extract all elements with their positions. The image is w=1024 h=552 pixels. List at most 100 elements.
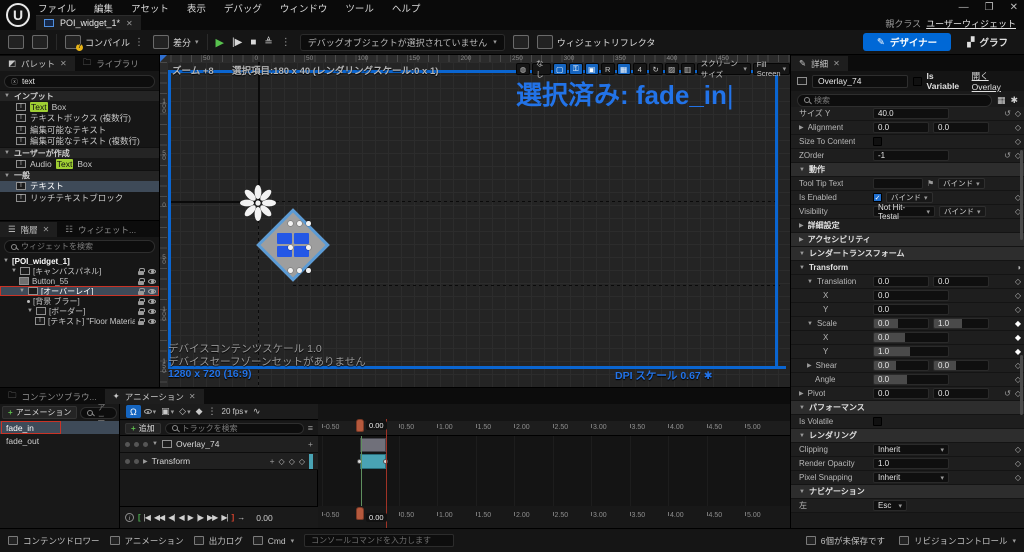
triangle-right-icon[interactable]: ▶ [799,124,804,131]
selection-handle[interactable] [297,268,302,273]
menu-item-4[interactable]: デバッグ [224,1,262,15]
preview-mode-icon[interactable]: ◍ [516,63,530,75]
playhead-marker-top[interactable] [356,419,364,432]
details-category-23[interactable]: ▼レンダリング [791,429,1024,443]
details-category-21[interactable]: ▼パフォーマンス [791,401,1024,415]
track-row-overlay[interactable]: ▼ Overlay_74 + [120,436,318,453]
tab-close-icon[interactable]: ✕ [126,19,133,28]
graph-tab-button[interactable]: ▞グラフ [959,35,1016,49]
add-track-button[interactable]: +追加 [125,423,161,434]
triangle-down-icon[interactable]: ▼ [799,251,805,257]
grid-size-button[interactable]: 4 [633,63,647,75]
lock-icon[interactable] [138,281,144,285]
to-front-button[interactable]: |◀ [144,513,150,522]
unsaved-status[interactable]: 6個が未保存です [806,535,885,547]
collapsed-arrow-icon[interactable]: ▶ [143,458,148,465]
keyframe-options-icon[interactable]: ◇▾ [179,406,190,417]
hierarchy-row-5[interactable]: ▼[ボーダー] [0,306,159,316]
step-back-button[interactable]: ◀| [168,513,174,522]
value-input[interactable]: 0.0 [873,388,929,399]
play-options-icon[interactable]: ⋮ [281,37,292,48]
designer-tab-button[interactable]: ✎デザイナー [863,33,951,51]
next-key-icon[interactable]: ◇ [299,457,305,466]
triangle-right-icon[interactable]: ▶ [799,390,804,397]
output-log-button[interactable]: 出力ログ [194,535,243,547]
hierarchy-row-0[interactable]: ▼[POI_widget_1] [0,256,159,266]
play-reverse-button[interactable]: ◀ [178,513,183,522]
value-input[interactable]: 1.0 [873,458,949,469]
checkbox[interactable] [873,137,882,146]
details-category-27[interactable]: ▼ナビゲーション [791,485,1024,499]
add-section-icon[interactable]: + [308,439,313,449]
reset-to-default-icon[interactable]: ↺ [1004,151,1011,160]
asset-tab[interactable]: POI_widget_1* ✕ [36,15,141,30]
dropdown[interactable]: Inherit▾ [873,444,949,455]
details-scrollbar-thumb[interactable] [1020,355,1023,415]
menu-item-7[interactable]: ヘルプ [392,1,421,15]
details-category-4[interactable]: ▼動作 [791,163,1024,177]
keyframe-diamond-icon[interactable]: ◆ [1015,319,1021,328]
dropdown[interactable]: Not Hit-Testal▾ [873,206,935,217]
stats-icon[interactable]: ▥ [681,63,695,75]
value-input[interactable]: 0.0 [933,276,989,287]
tab-widgets[interactable]: ☷ ウィジェット... [57,222,144,237]
screen-size-dropdown[interactable]: スクリーンサイズ▾ [697,63,751,75]
palette-item-0-1[interactable]: Tテキストボックス (複数行) [0,113,159,125]
keyframe-diamond-icon[interactable]: ◇ [1015,459,1021,468]
bind-dropdown[interactable]: バインド ▾ [938,178,985,189]
selection-handle[interactable] [288,268,293,273]
triangle-down-icon[interactable]: ▼ [799,489,805,495]
details-category-9[interactable]: ▶アクセシビリティ [791,233,1024,247]
none-button[interactable]: なし [532,63,551,75]
track-search-input[interactable]: トラックを検索 [165,423,304,434]
keyframe-diamond-icon[interactable]: ◇ [1015,109,1021,118]
animation-tab-button[interactable]: アニメーション [110,535,184,547]
console-command-input[interactable]: コンソールコマンドを入力します [304,534,454,547]
add-animation-button[interactable]: +アニメーション [2,406,77,419]
value-input[interactable]: 0.0 [873,276,929,287]
timeline-ruler-top[interactable]: -0.500.501.001.502.002.503.003.504.004.5… [318,421,790,436]
palette-section-0[interactable]: ▼インプット [0,90,159,101]
triangle-down-icon[interactable]: ▼ [799,167,805,173]
stop-button[interactable]: ■ [250,37,256,48]
debug-object-dropdown[interactable]: デバッグオブジェクトが選択されていません▾ [300,34,505,51]
fill-screen-dropdown[interactable]: Fill Screen▾ [753,63,790,75]
lock-icon[interactable] [134,442,139,447]
value-input[interactable] [873,178,923,189]
palette-item-0-2[interactable]: T編集可能なテキスト [0,124,159,136]
keyframe-diamond-icon[interactable]: ◇ [1015,445,1021,454]
keyframe-diamond-icon[interactable]: ◇ [1015,123,1021,132]
set-in-bracket-button[interactable]: [ [138,513,140,522]
eye-icon[interactable] [148,289,156,294]
keyframe-diamond-icon[interactable]: ◇ [1015,473,1021,482]
camera-icon[interactable]: ▣▾ [161,406,174,417]
diff-button[interactable]: 差分▾ [153,35,199,49]
value-input[interactable]: 0.0 [873,374,949,385]
next-key-button[interactable]: ▶▶ [207,513,217,522]
triangle-down-icon[interactable]: ▼ [807,279,813,285]
keyframe-diamond-icon[interactable]: ◇ [1015,137,1021,146]
selection-handle[interactable] [297,221,302,226]
compile-button[interactable]: ? コンパイル⋮ [65,35,145,49]
revision-control-button[interactable]: リビジョンコントロール▾ [899,535,1016,547]
timeline-ruler-bottom[interactable]: -0.500.501.001.502.002.503.003.504.004.5… [318,506,790,528]
browse-icon[interactable] [32,35,48,49]
hierarchy-row-1[interactable]: ▼[キャンバスパネル] [0,266,159,276]
details-scrollbar[interactable] [1020,150,1023,240]
animation-item-fade_in[interactable]: fade_in [0,421,119,434]
to-end-button[interactable]: ▶| [221,513,227,522]
keyframe-diamond-icon[interactable]: ◇ [1015,291,1021,300]
tab-content-browser[interactable]: 🗀 コンテンツブラウ... [0,389,105,404]
hierarchy-row-3[interactable]: ▼[オーバーレイ] [0,286,159,296]
tab-library[interactable]: 🗀 ライブラリ [75,56,147,71]
lock-icon[interactable] [138,271,144,275]
save-icon[interactable] [8,35,24,49]
palette-search-input[interactable]: ⓧ text [4,75,155,88]
lock-icon[interactable]: ⚿ [569,63,583,75]
fps-dropdown[interactable]: 20 fps▾ [222,407,248,416]
minimize-button[interactable]: — [959,2,969,13]
triangle-down-icon[interactable]: ▼ [807,321,813,327]
prev-key-button[interactable]: ◀◀ [154,513,164,522]
palette-item-2-0[interactable]: Tテキスト [0,181,159,193]
set-out-bracket-button[interactable]: ] [232,513,234,522]
